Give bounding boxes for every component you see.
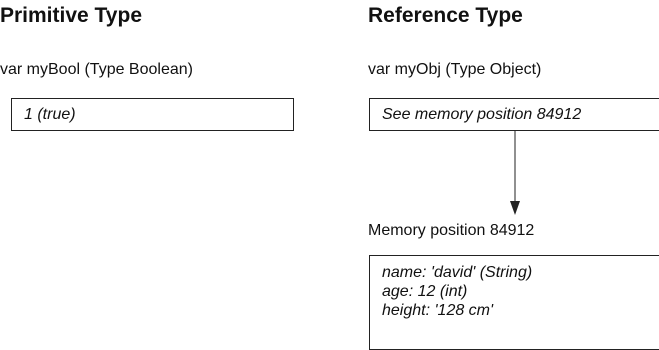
reference-value-text: See memory position 84912 xyxy=(382,106,582,123)
primitive-value-text: 1 (true) xyxy=(24,106,76,123)
reference-declaration: var myObj (Type Object) xyxy=(368,61,542,78)
reference-type-heading: Reference Type xyxy=(368,4,523,27)
primitive-declaration: var myBool (Type Boolean) xyxy=(0,61,193,78)
reference-value-box: See memory position 84912 xyxy=(369,98,659,131)
memory-line-height: height: '128 cm' xyxy=(382,302,494,319)
reference-arrow-icon xyxy=(510,131,520,215)
memory-line-age: age: 12 (int) xyxy=(382,283,468,300)
primitive-value-box: 1 (true) xyxy=(11,98,294,131)
memory-position-label: Memory position 84912 xyxy=(368,222,535,239)
memory-contents-box: name: 'david' (String) age: 12 (int) hei… xyxy=(369,255,659,350)
arrow-head xyxy=(510,201,520,215)
memory-line-name: name: 'david' (String) xyxy=(382,264,533,281)
primitive-type-heading: Primitive Type xyxy=(0,4,142,27)
